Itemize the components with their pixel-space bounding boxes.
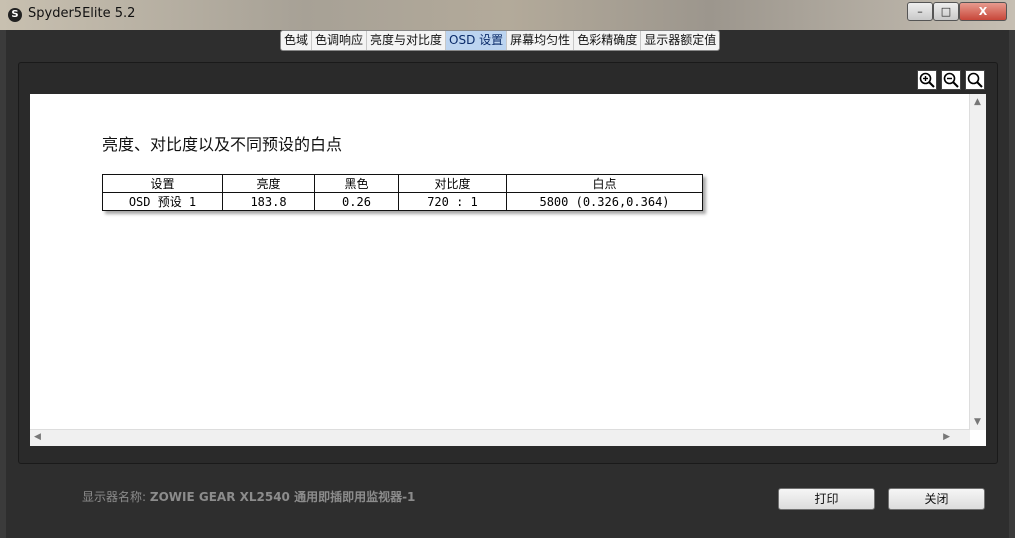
scroll-right-icon[interactable]: ▶ xyxy=(943,432,950,442)
tab-color-accuracy[interactable]: 色彩精确度 xyxy=(574,31,642,50)
display-name-label: 显示器名称: xyxy=(82,490,147,504)
table-header-row: 设置 亮度 黑色 对比度 白点 xyxy=(102,174,703,193)
tab-bar: 色域 色调响应 亮度与对比度 OSD 设置 屏幕均匀性 色彩精确度 显示器额定值 xyxy=(280,30,721,51)
print-button[interactable]: 打印 xyxy=(778,488,875,510)
restore-button[interactable]: □ xyxy=(933,2,959,21)
tab-gamut[interactable]: 色域 xyxy=(281,31,313,50)
column-header-contrast: 对比度 xyxy=(398,174,507,193)
column-header-brightness: 亮度 xyxy=(222,174,315,193)
table-row: OSD 预设 1 183.8 0.26 720 : 1 5800 (0.326,… xyxy=(102,192,703,211)
zoom-in-icon[interactable] xyxy=(917,70,937,90)
zoom-fit-icon[interactable] xyxy=(965,70,985,90)
scroll-up-icon[interactable]: ▲ xyxy=(974,97,981,107)
tab-display-rating[interactable]: 显示器额定值 xyxy=(641,31,719,50)
zoom-out-icon[interactable] xyxy=(941,70,961,90)
tab-screen-uniformity[interactable]: 屏幕均匀性 xyxy=(507,31,575,50)
tab-osd-settings[interactable]: OSD 设置 xyxy=(446,31,508,50)
horizontal-scrollbar[interactable]: ◀ ▶ xyxy=(30,429,970,446)
scroll-down-icon[interactable]: ▼ xyxy=(974,417,981,427)
window-title: Spyder5Elite 5.2 xyxy=(28,6,136,21)
cell-black: 0.26 xyxy=(314,192,399,211)
column-header-setting: 设置 xyxy=(102,174,223,193)
report-title: 亮度、对比度以及不同预设的白点 xyxy=(102,135,343,154)
tab-tone-response[interactable]: 色调响应 xyxy=(312,31,368,50)
minimize-button[interactable]: – xyxy=(907,2,933,21)
vertical-scrollbar[interactable]: ▲ ▼ xyxy=(969,94,986,430)
display-name-value: ZOWIE GEAR XL2540 通用即插即用监视器-1 xyxy=(149,490,416,504)
cell-white-point: 5800 (0.326,0.364) xyxy=(506,192,703,211)
report-viewer: 亮度、对比度以及不同预设的白点 设置 亮度 黑色 对比度 白点 OSD 预设 1… xyxy=(30,94,986,446)
cell-setting: OSD 预设 1 xyxy=(102,192,223,211)
close-window-button[interactable]: X xyxy=(959,2,1007,21)
tab-brightness-contrast[interactable]: 亮度与对比度 xyxy=(367,31,447,50)
cell-contrast: 720 : 1 xyxy=(398,192,507,211)
column-header-white-point: 白点 xyxy=(506,174,703,193)
osd-settings-table: 设置 亮度 黑色 对比度 白点 OSD 预设 1 183.8 0.26 720 … xyxy=(102,174,703,211)
app-logo-icon: S xyxy=(8,8,22,22)
cell-brightness: 183.8 xyxy=(222,192,315,211)
title-bar: S Spyder5Elite 5.2 – □ X xyxy=(0,0,1015,30)
close-button[interactable]: 关闭 xyxy=(888,488,985,510)
scroll-left-icon[interactable]: ◀ xyxy=(34,432,41,442)
column-header-black: 黑色 xyxy=(314,174,399,193)
display-name-info: 显示器名称: ZOWIE GEAR XL2540 通用即插即用监视器-1 xyxy=(82,488,415,505)
